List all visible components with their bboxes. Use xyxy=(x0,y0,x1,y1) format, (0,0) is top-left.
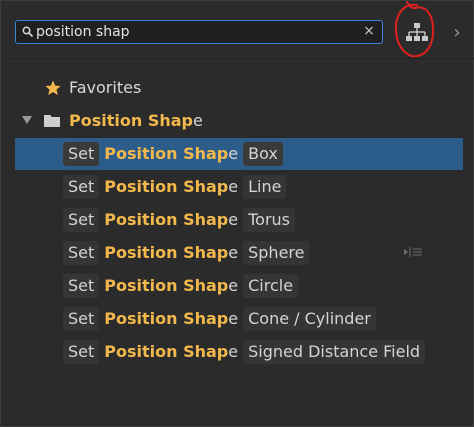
result-item[interactable]: Set Position Shape Torus xyxy=(15,204,463,236)
result-name: Position Shape xyxy=(99,307,243,331)
result-name-suffix: e xyxy=(228,177,239,196)
result-name-highlight: Position Shap xyxy=(104,276,229,295)
folder-label-suffix: e xyxy=(192,111,203,130)
folder-position-shape[interactable]: Position Shape xyxy=(15,105,463,137)
result-prefix: Set xyxy=(63,175,100,199)
result-item-text: Set Position Shape Circle xyxy=(63,272,299,300)
result-item-text: Set Position Shape Box xyxy=(63,140,283,168)
result-name-highlight: Position Shap xyxy=(104,144,229,163)
result-item-text: Set Position Shape Sphere xyxy=(63,239,310,267)
result-name: Position Shape xyxy=(99,340,243,364)
result-name-highlight: Position Shap xyxy=(104,309,229,328)
result-item[interactable]: Set Position Shape Line xyxy=(15,171,463,203)
result-tag: Sphere xyxy=(243,241,310,265)
result-name-suffix: e xyxy=(228,243,239,262)
insert-indicator-icon xyxy=(404,247,422,257)
result-item[interactable]: Set Position Shape Sphere xyxy=(15,237,463,269)
result-name-highlight: Position Shap xyxy=(104,177,229,196)
result-item-text: Set Position Shape Line xyxy=(63,173,287,201)
result-name-suffix: e xyxy=(228,309,239,328)
folder-label-highlight: Position Shap xyxy=(69,111,193,130)
result-prefix: Set xyxy=(63,307,100,331)
result-prefix: Set xyxy=(63,340,100,364)
favorites-item[interactable]: Favorites xyxy=(15,72,463,104)
result-name: Position Shape xyxy=(99,208,243,232)
header-divider xyxy=(2,58,474,59)
result-item[interactable]: Set Position Shape Circle xyxy=(15,270,463,302)
result-prefix: Set xyxy=(63,274,100,298)
star-icon xyxy=(45,80,61,95)
result-prefix: Set xyxy=(63,208,100,232)
result-tag: Torus xyxy=(243,208,296,232)
result-item[interactable]: Set Position Shape Cone / Cylinder xyxy=(15,303,463,335)
result-tag: Box xyxy=(243,142,283,166)
result-tag: Line xyxy=(243,175,287,199)
result-item-text: Set Position Shape Cone / Cylinder xyxy=(63,305,376,333)
result-name: Position Shape xyxy=(99,274,243,298)
result-prefix: Set xyxy=(63,142,100,166)
result-item-text: Set Position Shape Signed Distance Field xyxy=(63,338,426,366)
result-name-suffix: e xyxy=(228,276,239,295)
result-item[interactable]: Set Position Shape Signed Distance Field xyxy=(15,336,463,368)
clear-search-button[interactable]: × xyxy=(360,22,378,41)
result-name: Position Shape xyxy=(99,241,243,265)
next-arrow-button[interactable]: › xyxy=(449,20,465,46)
favorites-label: Favorites xyxy=(69,78,142,97)
result-name-suffix: e xyxy=(228,144,239,163)
folder-label: Position Shape xyxy=(69,111,203,130)
result-name-highlight: Position Shap xyxy=(104,210,229,229)
result-item-text: Set Position Shape Torus xyxy=(63,206,296,234)
expand-triangle-icon[interactable] xyxy=(21,115,33,125)
result-name-highlight: Position Shap xyxy=(104,342,229,361)
node-search-panel: × › Favorites Position Shape SetPosition… xyxy=(0,0,474,427)
search-input[interactable] xyxy=(36,21,356,42)
result-name-highlight: Position Shap xyxy=(104,243,229,262)
search-icon xyxy=(22,26,34,38)
result-name: Position Shape xyxy=(99,142,243,166)
result-tag: Cone / Cylinder xyxy=(243,307,376,331)
result-prefix: Set xyxy=(63,241,100,265)
result-name: Position Shape xyxy=(99,175,243,199)
hierarchy-icon[interactable] xyxy=(404,20,430,46)
folder-icon xyxy=(44,115,60,127)
search-field[interactable]: × xyxy=(15,20,383,44)
result-tag: Signed Distance Field xyxy=(243,340,426,364)
result-item[interactable]: Set Position Shape Box xyxy=(15,138,463,170)
result-tag: Circle xyxy=(243,274,299,298)
result-name-suffix: e xyxy=(228,210,239,229)
result-name-suffix: e xyxy=(228,342,239,361)
